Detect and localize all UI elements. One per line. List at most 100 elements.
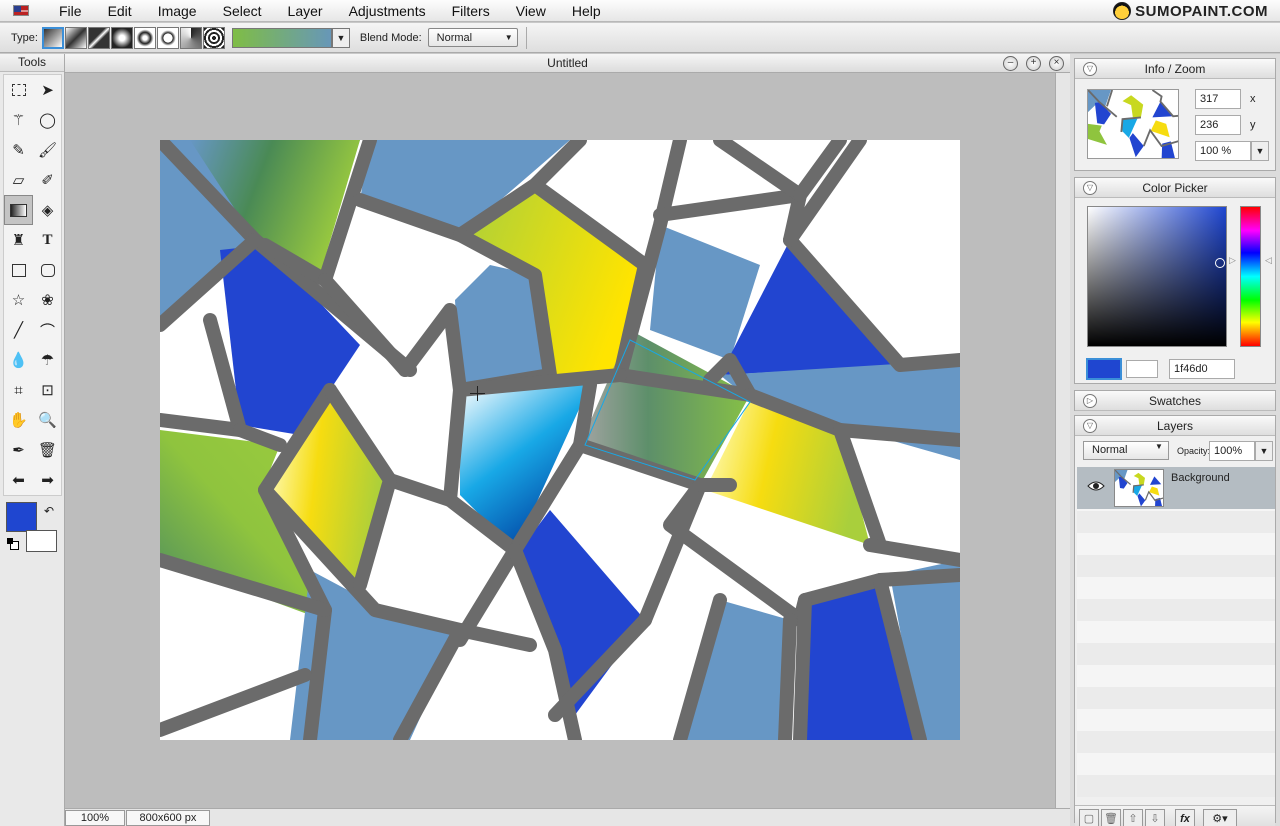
- paint-bucket-tool-icon[interactable]: ◈: [33, 195, 62, 225]
- arrow-right-icon[interactable]: ➡: [33, 465, 62, 495]
- blend-mode-value: Normal: [436, 31, 473, 44]
- flower-tool-icon[interactable]: ❀: [33, 285, 62, 315]
- menu-layer[interactable]: Layer: [276, 3, 337, 19]
- y-coordinate-field[interactable]: 236: [1195, 115, 1241, 135]
- mosaic-artwork: [153, 133, 967, 747]
- move-layer-down-icon[interactable]: ⇩: [1145, 809, 1165, 826]
- menu-adjustments[interactable]: Adjustments: [337, 3, 440, 19]
- picker-foreground-swatch[interactable]: [1086, 358, 1122, 380]
- pencil-tool-icon[interactable]: ✎: [4, 135, 33, 165]
- eyedropper-tool-icon[interactable]: ✒: [4, 435, 33, 465]
- gradient-tool-icon[interactable]: [4, 195, 33, 225]
- image-canvas[interactable]: [153, 133, 967, 747]
- zoom-tool-icon[interactable]: 🔍: [33, 405, 62, 435]
- star-tool-icon[interactable]: ☆: [4, 285, 33, 315]
- diagonal-type-button[interactable]: [87, 26, 110, 49]
- zoom-dropdown-icon[interactable]: ▼: [1251, 141, 1269, 161]
- visibility-eye-icon[interactable]: [1087, 480, 1105, 492]
- reset-colors-icon[interactable]: [7, 538, 19, 550]
- hex-color-field[interactable]: 1f46d0: [1169, 359, 1235, 379]
- spiral-type-button[interactable]: [202, 26, 225, 49]
- radial-type-button[interactable]: [133, 26, 156, 49]
- rectangle-tool-icon[interactable]: [4, 255, 33, 285]
- document-titlebar[interactable]: Untitled – + ×: [65, 54, 1070, 73]
- curve-tool-icon[interactable]: ⌒: [33, 315, 62, 345]
- clone-stamp-tool-icon[interactable]: ♜: [4, 225, 33, 255]
- menu-help[interactable]: Help: [560, 3, 615, 19]
- saturation-value-field[interactable]: [1087, 206, 1227, 347]
- lasso-tool-icon[interactable]: ◯: [33, 105, 62, 135]
- eraser-tool-icon[interactable]: ▱: [4, 165, 33, 195]
- menu-image[interactable]: Image: [146, 3, 211, 19]
- hue-arrow-right-icon: ◁: [1265, 255, 1272, 265]
- opacity-field[interactable]: 100%: [1209, 441, 1255, 461]
- blend-mode-select[interactable]: Normal ▼: [427, 28, 518, 47]
- rounded-rectangle-tool-icon[interactable]: [33, 255, 62, 285]
- layer-row-background[interactable]: Background: [1077, 467, 1275, 509]
- layers-header[interactable]: ▽ Layers: [1075, 416, 1275, 436]
- smudge-brush-tool-icon[interactable]: ✐: [33, 165, 62, 195]
- hue-slider[interactable]: [1240, 206, 1261, 347]
- menu-view[interactable]: View: [504, 3, 560, 19]
- arrow-left-icon[interactable]: ⬅: [4, 465, 33, 495]
- square-type-button[interactable]: [110, 26, 133, 49]
- linear-mirror-type-button[interactable]: [64, 26, 87, 49]
- tools-panel: Tools ➤ ⚚ ◯ ✎ 🖌 ▱ ✐ ◈ ♜ T ☆ ❀ ╱ ⌒ 💧 ☂ ⌗ …: [0, 54, 65, 826]
- magic-wand-tool-icon[interactable]: ⚚: [4, 105, 33, 135]
- color-marker[interactable]: [1215, 258, 1225, 268]
- layer-settings-gear-icon[interactable]: ⚙▾: [1203, 809, 1237, 826]
- marquee-select-tool-icon[interactable]: [4, 75, 33, 105]
- menu-bar: File Edit Image Select Layer Adjustments…: [0, 0, 1280, 22]
- line-tool-icon[interactable]: ╱: [4, 315, 33, 345]
- linear-gradient-type-button[interactable]: [41, 26, 64, 49]
- info-zoom-header[interactable]: ▽ Info / Zoom: [1075, 59, 1275, 79]
- minimize-icon[interactable]: –: [1003, 56, 1018, 71]
- x-coordinate-field[interactable]: 317: [1195, 89, 1241, 109]
- menu-edit[interactable]: Edit: [96, 3, 146, 19]
- trash-tool-icon[interactable]: 🗑: [33, 435, 62, 465]
- swap-colors-icon[interactable]: ↶: [44, 504, 54, 518]
- menu-filters[interactable]: Filters: [440, 3, 504, 19]
- close-icon[interactable]: ×: [1049, 56, 1064, 71]
- layers-footer: ▢ 🗑 ⇧ ⇩ fx ⚙▾: [1075, 805, 1275, 826]
- zoom-level-field[interactable]: 100%: [65, 809, 125, 826]
- horizontal-scrollbar[interactable]: 100% 800x600 px: [65, 808, 1070, 826]
- transform-tool-icon[interactable]: ⊡: [33, 375, 62, 405]
- swatches-header[interactable]: ▷ Swatches: [1075, 391, 1275, 411]
- move-layer-up-icon[interactable]: ⇧: [1123, 809, 1143, 826]
- layers-panel: ▽ Layers Normal ▼ Opacity: 100% ▼ Backgr…: [1074, 415, 1276, 826]
- info-zoom-panel: ▽ Info / Zoom 317 x 236 y 100 % ▼: [1074, 58, 1276, 171]
- delete-layer-icon[interactable]: 🗑: [1101, 809, 1121, 826]
- blur-tool-icon[interactable]: 💧: [4, 345, 33, 375]
- layer-effects-icon[interactable]: fx: [1175, 809, 1195, 826]
- background-color-swatch[interactable]: [26, 530, 57, 552]
- gradient-dropdown-icon[interactable]: ▼: [331, 27, 350, 48]
- menu-select[interactable]: Select: [211, 3, 276, 19]
- brand-logo[interactable]: SUMOPAINT.COM: [1113, 2, 1268, 20]
- language-flag-icon[interactable]: [13, 5, 29, 16]
- angle-type-button[interactable]: [179, 26, 202, 49]
- ring-type-button[interactable]: [156, 26, 179, 49]
- sumopaint-app: File Edit Image Select Layer Adjustments…: [0, 0, 1280, 826]
- new-layer-icon[interactable]: ▢: [1079, 809, 1099, 826]
- right-panels: ▽ Info / Zoom 317 x 236 y 100 % ▼ ▽ Colo…: [1070, 54, 1280, 826]
- hand-tool-icon[interactable]: ✋: [4, 405, 33, 435]
- move-tool-icon[interactable]: ➤: [33, 75, 62, 105]
- crop-tool-icon[interactable]: ⌗: [4, 375, 33, 405]
- layer-name: Background: [1171, 472, 1230, 484]
- foreground-color-swatch[interactable]: [6, 502, 37, 532]
- image-size-readout: 800x600 px: [126, 809, 210, 826]
- opacity-dropdown-icon[interactable]: ▼: [1255, 441, 1273, 461]
- fill-drops-tool-icon[interactable]: ☂: [33, 345, 62, 375]
- picker-background-swatch[interactable]: [1126, 360, 1158, 378]
- menu-file[interactable]: File: [47, 3, 96, 19]
- maximize-icon[interactable]: +: [1026, 56, 1041, 71]
- canvas-area[interactable]: [65, 73, 1055, 808]
- color-picker-header[interactable]: ▽ Color Picker: [1075, 178, 1275, 198]
- navigator-thumbnail[interactable]: [1087, 89, 1179, 159]
- vertical-scrollbar[interactable]: [1055, 73, 1070, 808]
- brush-tool-icon[interactable]: 🖌: [33, 135, 62, 165]
- gradient-preview-swatch[interactable]: [231, 27, 332, 48]
- zoom-percent-field[interactable]: 100 %: [1195, 141, 1251, 161]
- text-tool-icon[interactable]: T: [33, 225, 62, 255]
